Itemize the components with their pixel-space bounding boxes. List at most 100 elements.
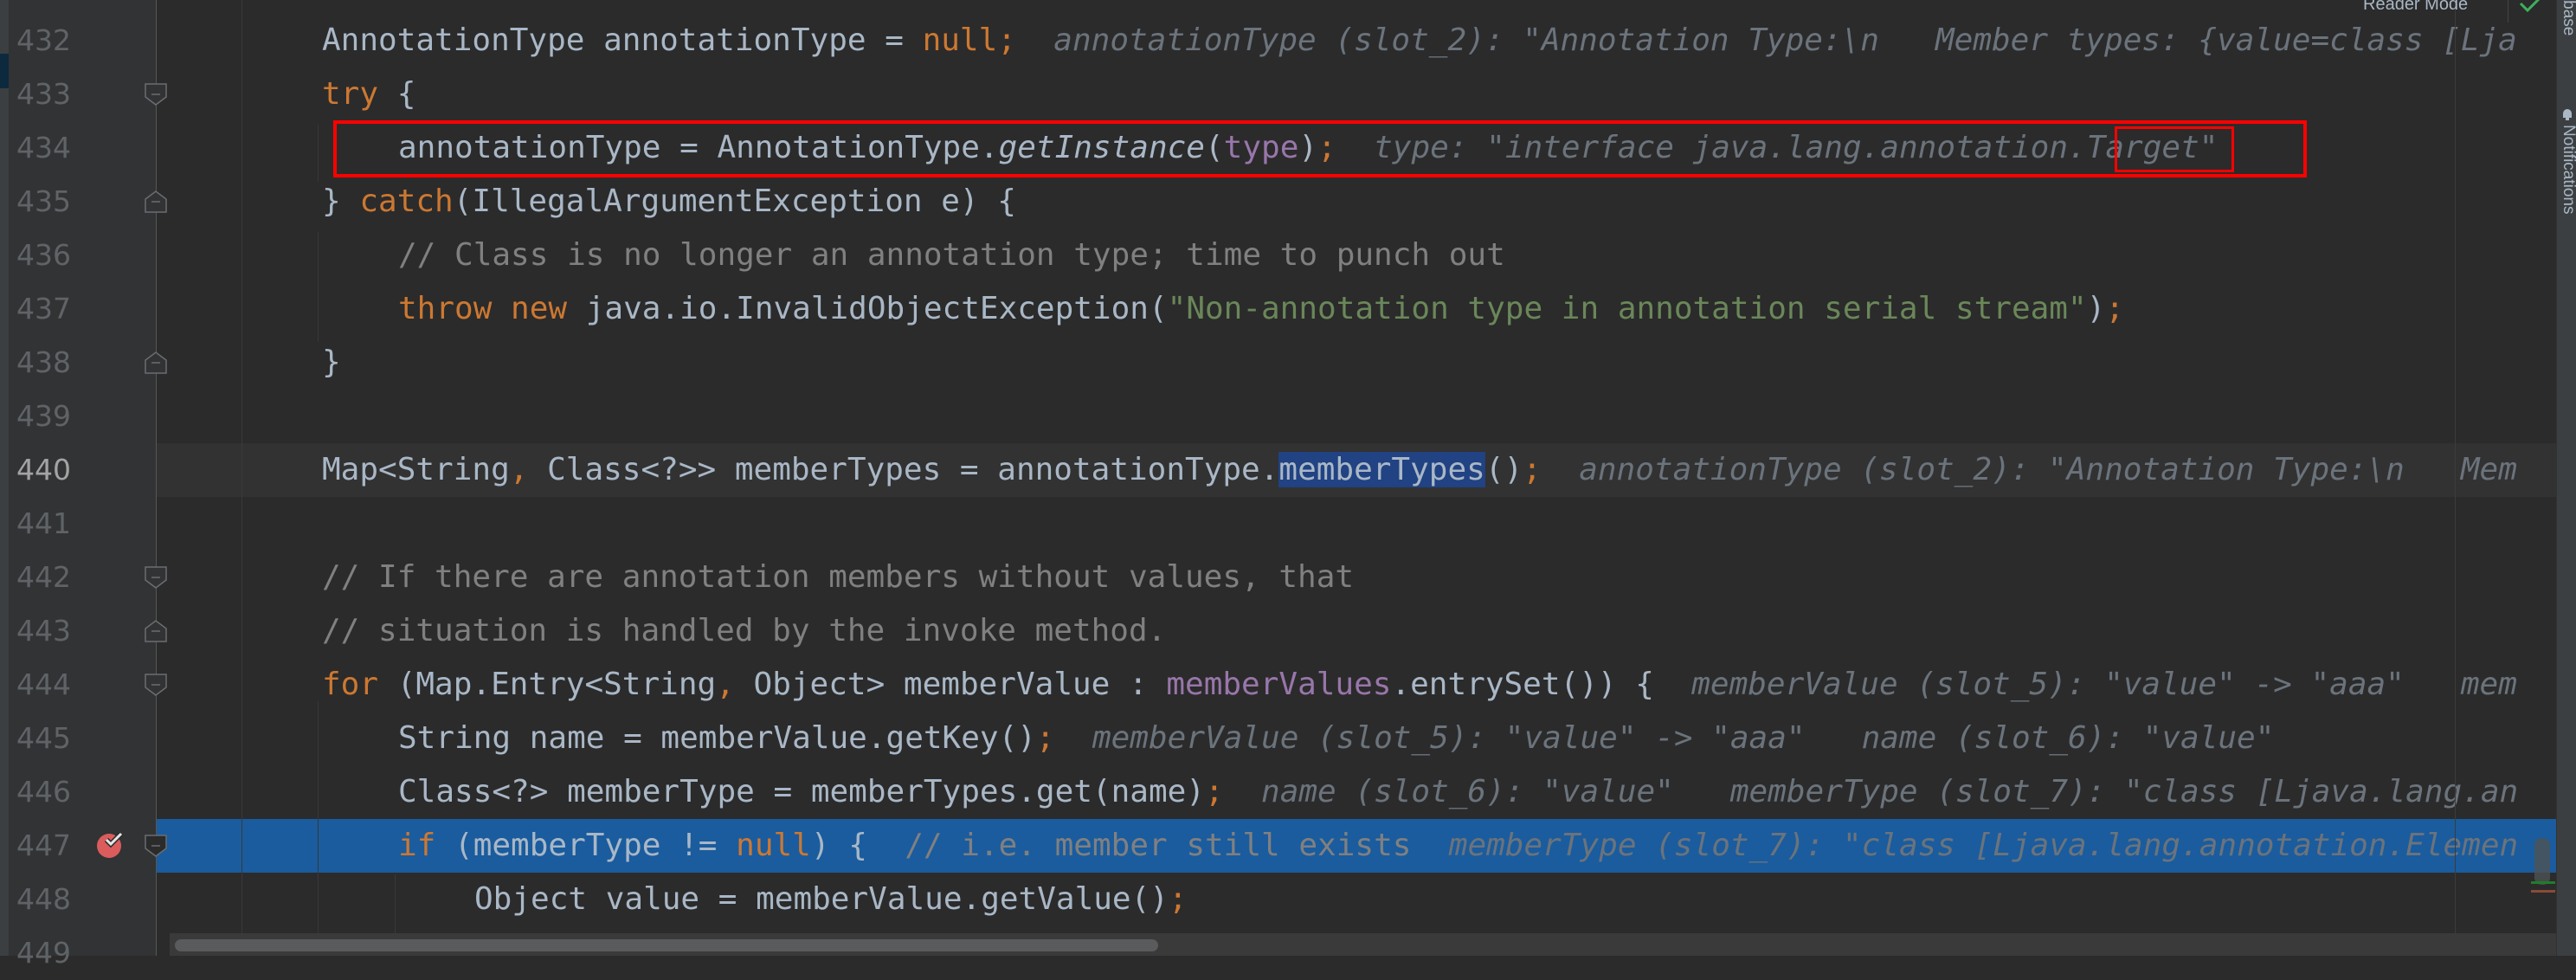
line-number[interactable]: 441 <box>9 497 71 551</box>
code-line[interactable] <box>157 390 2556 443</box>
code-line[interactable]: AnnotationType annotationType = null; an… <box>157 14 2556 68</box>
code-token: Object value = memberValue.getValue() <box>474 881 1169 917</box>
fold-collapse-icon[interactable] <box>145 83 167 106</box>
code-token: ) <box>2086 291 2106 326</box>
fold-end-icon[interactable] <box>145 620 167 642</box>
code-line[interactable]: throw new java.io.InvalidObjectException… <box>157 282 2556 336</box>
line-number[interactable]: 434 <box>9 121 71 175</box>
code-token: } <box>322 345 341 380</box>
code-token: throw new <box>398 291 586 326</box>
line-number[interactable]: 440 <box>9 443 71 497</box>
line-number[interactable]: 444 <box>9 658 71 712</box>
inline-debug-value: memberValue (slot_5): "value" -> "aaa" m… <box>1653 667 2517 702</box>
code-text: try { <box>322 68 415 121</box>
fold-end-icon[interactable] <box>145 351 167 374</box>
line-number[interactable]: 443 <box>9 604 71 658</box>
code-token: java.io.InvalidObjectException( <box>585 291 1168 326</box>
code-token: ; <box>997 23 1016 58</box>
fold-collapse-icon[interactable] <box>145 674 167 696</box>
code-line[interactable]: } catch(IllegalArgumentException e) { <box>157 175 2556 229</box>
code-text: Map<String, Class<?>> memberTypes = anno… <box>322 443 2517 497</box>
code-token: (Map.Entry<String <box>378 667 717 702</box>
vertical-scrollbar-thumb[interactable] <box>2534 838 2550 885</box>
inline-debug-value: memberType (slot_7): "class [Ljava.lang.… <box>1411 828 2519 863</box>
code-token: ; <box>2105 291 2125 326</box>
fold-collapse-icon[interactable] <box>145 835 167 857</box>
line-number[interactable]: 445 <box>9 712 71 765</box>
left-strip-marker <box>0 54 9 88</box>
code-token: String name = memberValue.getKey() <box>398 720 1036 756</box>
code-token: if <box>398 828 436 863</box>
code-token: null <box>736 828 811 863</box>
fold-collapse-icon[interactable] <box>145 566 167 589</box>
code-line[interactable]: String name = memberValue.getKey(); memb… <box>157 712 2556 765</box>
inline-debug-value: annotationType (slot_2): "Annotation Typ… <box>1541 452 2517 487</box>
right-tool-strip: Database Notifications <box>2556 0 2576 956</box>
code-text: for (Map.Entry<String, Object> memberVal… <box>322 658 2517 712</box>
code-token: for <box>322 667 379 702</box>
code-line[interactable]: if (memberType != null) { // i.e. member… <box>157 819 2556 873</box>
reader-mode-button[interactable]: Reader Mode <box>2363 0 2468 15</box>
tool-window-database[interactable]: Database <box>2559 0 2576 35</box>
code-line[interactable]: for (Map.Entry<String, Object> memberVal… <box>157 658 2556 712</box>
code-text: // If there are annotation members witho… <box>322 551 1354 604</box>
code-token: Map<String <box>322 452 510 487</box>
code-token: ; <box>1035 720 1055 756</box>
fold-gutter-line <box>156 0 157 956</box>
code-line[interactable]: Class<?> memberType = memberTypes.get(na… <box>157 765 2556 819</box>
code-line[interactable]: } <box>157 336 2556 390</box>
code-token: , <box>716 667 735 702</box>
code-token: // i.e. member still exists <box>905 828 1412 863</box>
line-number[interactable]: 448 <box>9 873 71 926</box>
code-line[interactable]: // If there are annotation members witho… <box>157 551 2556 604</box>
horizontal-scrollbar-thumb[interactable] <box>175 939 1158 951</box>
breakpoint-icon[interactable] <box>95 829 125 859</box>
code-token: memberValues <box>1166 667 1392 702</box>
code-token: "Non-annotation type in annotation seria… <box>1167 291 2087 326</box>
error-stripe-mark-red[interactable] <box>2531 890 2555 893</box>
code-token: null <box>922 23 998 58</box>
line-number[interactable]: 447 <box>9 819 71 873</box>
line-number[interactable]: 435 <box>9 175 71 229</box>
code-token: AnnotationType annotationType = <box>322 23 923 58</box>
code-line[interactable]: // situation is handled by the invoke me… <box>157 604 2556 658</box>
code-token: ; <box>1523 452 1542 487</box>
right-margin-guide <box>2455 0 2456 956</box>
code-token: ; <box>1168 881 1188 917</box>
code-line[interactable]: Object value = memberValue.getValue(); <box>157 873 2556 926</box>
line-number[interactable]: 432 <box>9 14 71 68</box>
horizontal-scrollbar[interactable] <box>170 933 2556 956</box>
code-text: Class<?> memberType = memberTypes.get(na… <box>398 765 2518 819</box>
code-text: // Class is no longer an annotation type… <box>398 229 1505 282</box>
code-line[interactable]: try { <box>157 68 2556 121</box>
code-token: Object> memberValue : <box>734 667 1167 702</box>
line-number[interactable]: 439 <box>9 390 71 443</box>
line-number[interactable]: 446 <box>9 765 71 819</box>
code-line[interactable]: Map<String, Class<?>> memberTypes = anno… <box>157 443 2556 497</box>
code-token: (IllegalArgumentException e) { <box>453 184 1016 219</box>
code-line[interactable] <box>157 497 2556 551</box>
annotation-highlight-line <box>333 120 2307 177</box>
code-text: AnnotationType annotationType = null; an… <box>322 14 2517 68</box>
left-tool-strip <box>0 0 9 956</box>
code-text: Object value = memberValue.getValue(); <box>474 873 1188 926</box>
fold-end-icon[interactable] <box>145 190 167 213</box>
tool-window-notifications[interactable]: Notifications <box>2559 125 2576 215</box>
code-text: } <box>322 336 341 390</box>
code-line[interactable]: // Class is no longer an annotation type… <box>157 229 2556 282</box>
line-number[interactable]: 433 <box>9 68 71 121</box>
line-number[interactable]: 449 <box>9 926 71 980</box>
inline-debug-value: memberValue (slot_5): "value" -> "aaa" n… <box>1054 720 2275 756</box>
bell-icon[interactable] <box>2561 107 2573 121</box>
inspection-status-icon[interactable] <box>2517 0 2543 14</box>
line-number[interactable]: 442 <box>9 551 71 604</box>
code-token: ; <box>1204 774 1224 809</box>
error-stripe-mark-green[interactable] <box>2531 881 2555 884</box>
line-number[interactable]: 436 <box>9 229 71 282</box>
line-number[interactable]: 438 <box>9 336 71 390</box>
indent-guide <box>318 701 319 944</box>
indent-guide <box>318 125 319 182</box>
code-token: // situation is handled by the invoke me… <box>322 613 1167 648</box>
code-token: ) { <box>810 828 905 863</box>
line-number[interactable]: 437 <box>9 282 71 336</box>
